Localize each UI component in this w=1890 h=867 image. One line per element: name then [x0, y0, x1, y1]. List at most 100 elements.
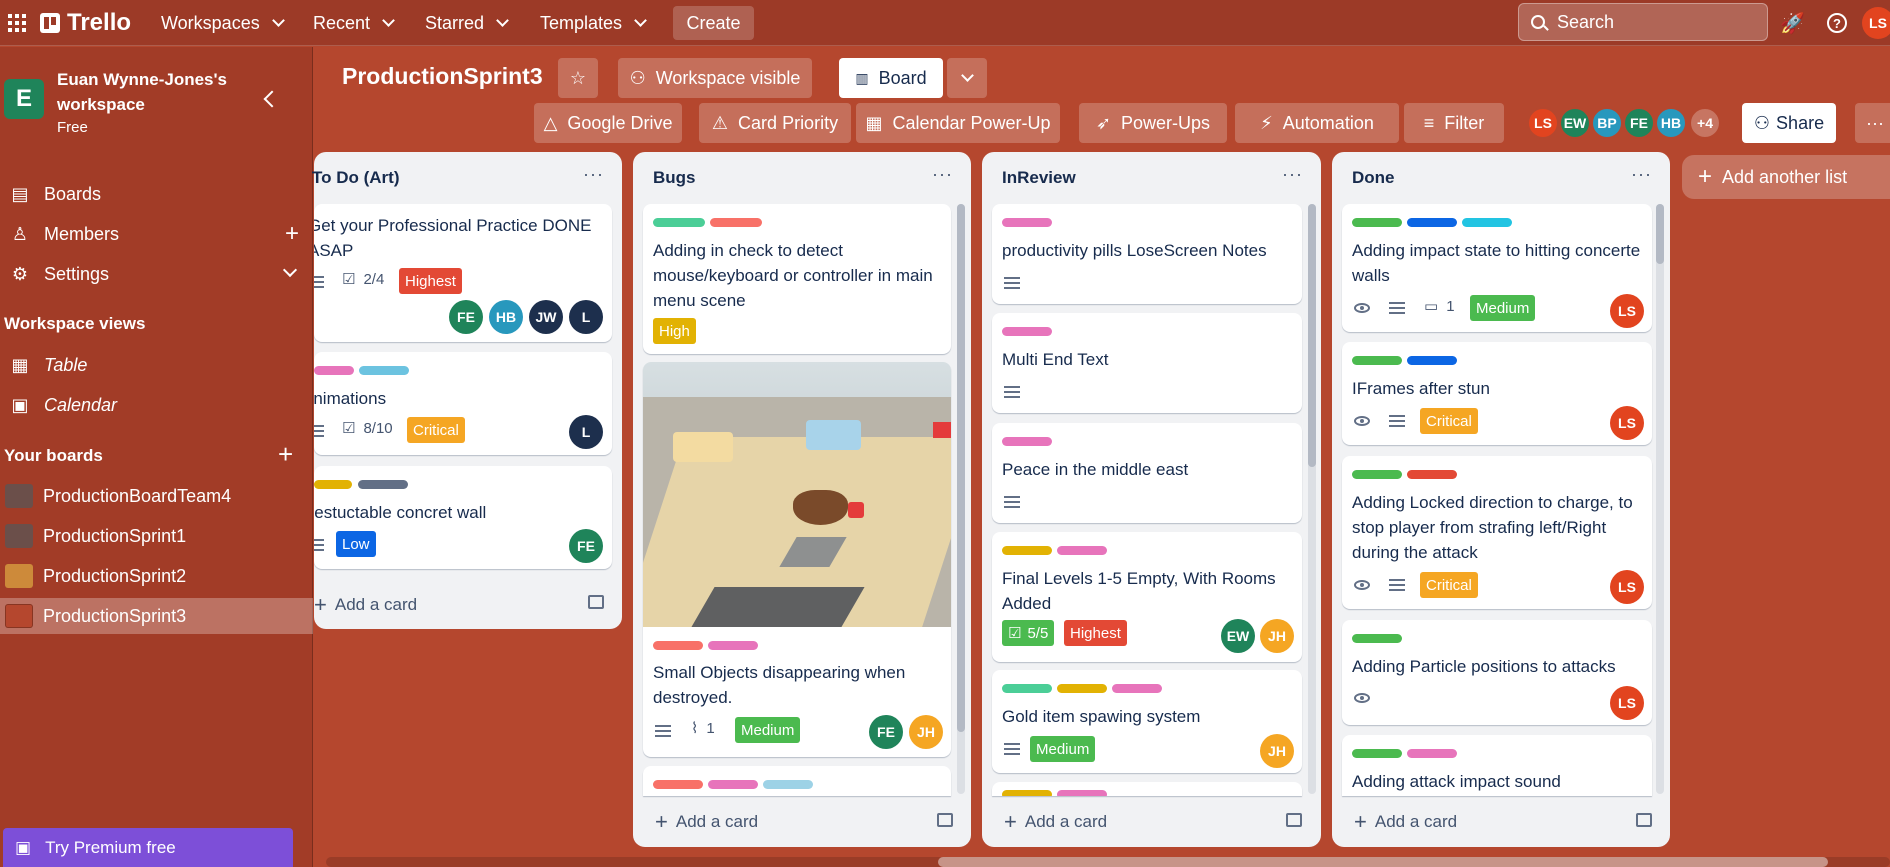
- board-member-avatar[interactable]: FE: [1623, 107, 1655, 139]
- sidebar-board-item[interactable]: ProductionBoardTeam4: [0, 478, 313, 514]
- member-avatar[interactable]: JH: [1260, 734, 1294, 768]
- member-avatar[interactable]: LS: [1610, 570, 1644, 604]
- create-from-template-icon[interactable]: [937, 813, 953, 827]
- board-title[interactable]: ProductionSprint3: [342, 63, 543, 90]
- star-board-button[interactable]: ☆: [558, 58, 598, 98]
- list-menu-icon[interactable]: ···: [1631, 164, 1652, 185]
- google-drive-button[interactable]: △ Google Drive: [534, 103, 682, 143]
- card[interactable]: Adding Particle positions to attacks LS: [1342, 620, 1652, 725]
- member-avatar[interactable]: LS: [1610, 294, 1644, 328]
- board-menu-button[interactable]: ···: [1855, 103, 1890, 143]
- create-from-template-icon[interactable]: [588, 595, 604, 609]
- notifications-icon[interactable]: 🚀: [1780, 6, 1805, 40]
- board-scrollbar[interactable]: [326, 857, 1890, 867]
- card-partial[interactable]: [992, 782, 1302, 796]
- board-scrollbar-thumb[interactable]: [938, 857, 1828, 867]
- add-card-button[interactable]: + Add a card: [314, 592, 417, 618]
- sidebar-board-item[interactable]: ProductionSprint2: [0, 558, 313, 594]
- member-avatar[interactable]: FE: [869, 715, 903, 749]
- member-avatar[interactable]: HB: [489, 300, 523, 334]
- sidebar-item-table[interactable]: ▦ Table: [0, 347, 313, 383]
- create-from-template-icon[interactable]: [1636, 813, 1652, 827]
- list-menu-icon[interactable]: ···: [932, 164, 953, 185]
- member-avatar[interactable]: EW: [1221, 619, 1255, 653]
- search-input[interactable]: Search: [1518, 3, 1768, 41]
- workspaces-menu[interactable]: Workspaces: [161, 6, 285, 40]
- list-menu-icon[interactable]: ···: [1282, 164, 1303, 185]
- member-avatar[interactable]: FE: [449, 300, 483, 334]
- card-partial[interactable]: [643, 766, 951, 796]
- create-from-template-icon[interactable]: [1286, 813, 1302, 827]
- power-ups-button[interactable]: ➶ Power-Ups: [1079, 103, 1227, 143]
- sidebar-item-calendar[interactable]: ▣ Calendar: [0, 387, 313, 423]
- list-scrollbar[interactable]: [1308, 204, 1316, 794]
- collapse-sidebar-icon[interactable]: [263, 90, 281, 108]
- more-members-count[interactable]: +4: [1689, 107, 1721, 139]
- board-member-avatar[interactable]: LS: [1527, 107, 1559, 139]
- card[interactable]: Peace in the middle east: [992, 423, 1302, 523]
- views-dropdown-button[interactable]: [947, 58, 987, 98]
- add-card-button[interactable]: + Add a card: [1354, 809, 1457, 835]
- add-card-button[interactable]: + Add a card: [1004, 809, 1107, 835]
- sidebar-board-item[interactable]: ProductionSprint1: [0, 518, 313, 554]
- member-avatar[interactable]: JH: [1260, 619, 1294, 653]
- card[interactable]: Multi End Text: [992, 313, 1302, 413]
- sidebar-item-settings[interactable]: ⚙ Settings: [0, 256, 313, 292]
- board-member-avatar[interactable]: BP: [1591, 107, 1623, 139]
- card[interactable]: Get your Professional Practice DONE ASAP…: [314, 204, 612, 342]
- help-icon[interactable]: ?: [1827, 6, 1847, 40]
- app-switcher-icon[interactable]: [8, 6, 26, 40]
- chevron-down-icon[interactable]: [282, 262, 298, 278]
- card[interactable]: Adding attack impact sound: [1342, 735, 1652, 796]
- filter-button[interactable]: ≡ Filter: [1404, 103, 1504, 143]
- starred-menu[interactable]: Starred: [425, 6, 509, 40]
- list-menu-icon[interactable]: ···: [583, 164, 604, 185]
- calendar-powerup-button[interactable]: ▦ Calendar Power-Up: [856, 103, 1060, 143]
- workspace-avatar[interactable]: E: [4, 79, 44, 119]
- try-premium-button[interactable]: ▣ Try Premium free: [3, 828, 293, 867]
- member-avatar[interactable]: LS: [1610, 686, 1644, 720]
- list-title[interactable]: InReview: [1002, 168, 1076, 188]
- card[interactable]: IFrames after stun Critical LS: [1342, 342, 1652, 445]
- add-member-icon[interactable]: +: [285, 220, 299, 248]
- card[interactable]: Final Levels 1-5 Empty, With Rooms Added…: [992, 532, 1302, 662]
- templates-menu[interactable]: Templates: [540, 6, 647, 40]
- card[interactable]: Small Objects disappearing when destroye…: [643, 362, 951, 757]
- member-avatar[interactable]: JH: [909, 715, 943, 749]
- member-avatar[interactable]: LS: [1610, 406, 1644, 440]
- automation-button[interactable]: ⚡ Automation: [1235, 103, 1399, 143]
- add-board-icon[interactable]: +: [278, 439, 293, 470]
- recent-menu[interactable]: Recent: [313, 6, 395, 40]
- list-title[interactable]: To Do (Art): [312, 168, 400, 188]
- add-card-button[interactable]: + Add a card: [655, 809, 758, 835]
- create-button[interactable]: Create: [673, 6, 754, 40]
- member-avatar[interactable]: FE: [569, 529, 603, 563]
- share-button[interactable]: ⚇ Share: [1742, 103, 1836, 143]
- board-view-button[interactable]: ▥ Board: [839, 58, 943, 98]
- list-scrollbar[interactable]: [1656, 204, 1664, 794]
- card-priority-button[interactable]: ⚠ Card Priority: [699, 103, 851, 143]
- card[interactable]: Gold item spawing system Medium JH: [992, 670, 1302, 773]
- add-list-button[interactable]: + Add another list: [1682, 155, 1890, 199]
- member-avatar[interactable]: L: [569, 300, 603, 334]
- card[interactable]: productivity pills LoseScreen Notes: [992, 204, 1302, 304]
- card[interactable]: Animations ☑ 8/10 Critical L: [314, 352, 612, 455]
- visibility-button[interactable]: ⚇ Workspace visible: [618, 58, 812, 98]
- account-avatar[interactable]: LS: [1862, 6, 1890, 40]
- member-avatar[interactable]: L: [569, 415, 603, 449]
- sidebar-item-members[interactable]: ♙ Members +: [0, 216, 313, 252]
- member-avatar[interactable]: JW: [529, 300, 563, 334]
- trello-logo[interactable]: Trello: [40, 6, 131, 40]
- list-title[interactable]: Done: [1352, 168, 1395, 188]
- card[interactable]: Destuctable concret wall Low FE: [314, 466, 612, 569]
- board-member-avatar[interactable]: HB: [1655, 107, 1687, 139]
- sidebar-item-boards[interactable]: ▤ Boards: [0, 176, 313, 212]
- workspace-name[interactable]: Euan Wynne-Jones's workspace: [57, 67, 247, 117]
- card[interactable]: Adding Locked direction to charge, to st…: [1342, 456, 1652, 609]
- list-scrollbar[interactable]: [957, 204, 965, 794]
- card[interactable]: Adding impact state to hitting concerte …: [1342, 204, 1652, 332]
- list-title[interactable]: Bugs: [653, 168, 696, 188]
- card[interactable]: Adding in check to detect mouse/keyboard…: [643, 204, 951, 354]
- sidebar-board-item[interactable]: ProductionSprint3: [0, 598, 313, 634]
- board-member-avatar[interactable]: EW: [1559, 107, 1591, 139]
